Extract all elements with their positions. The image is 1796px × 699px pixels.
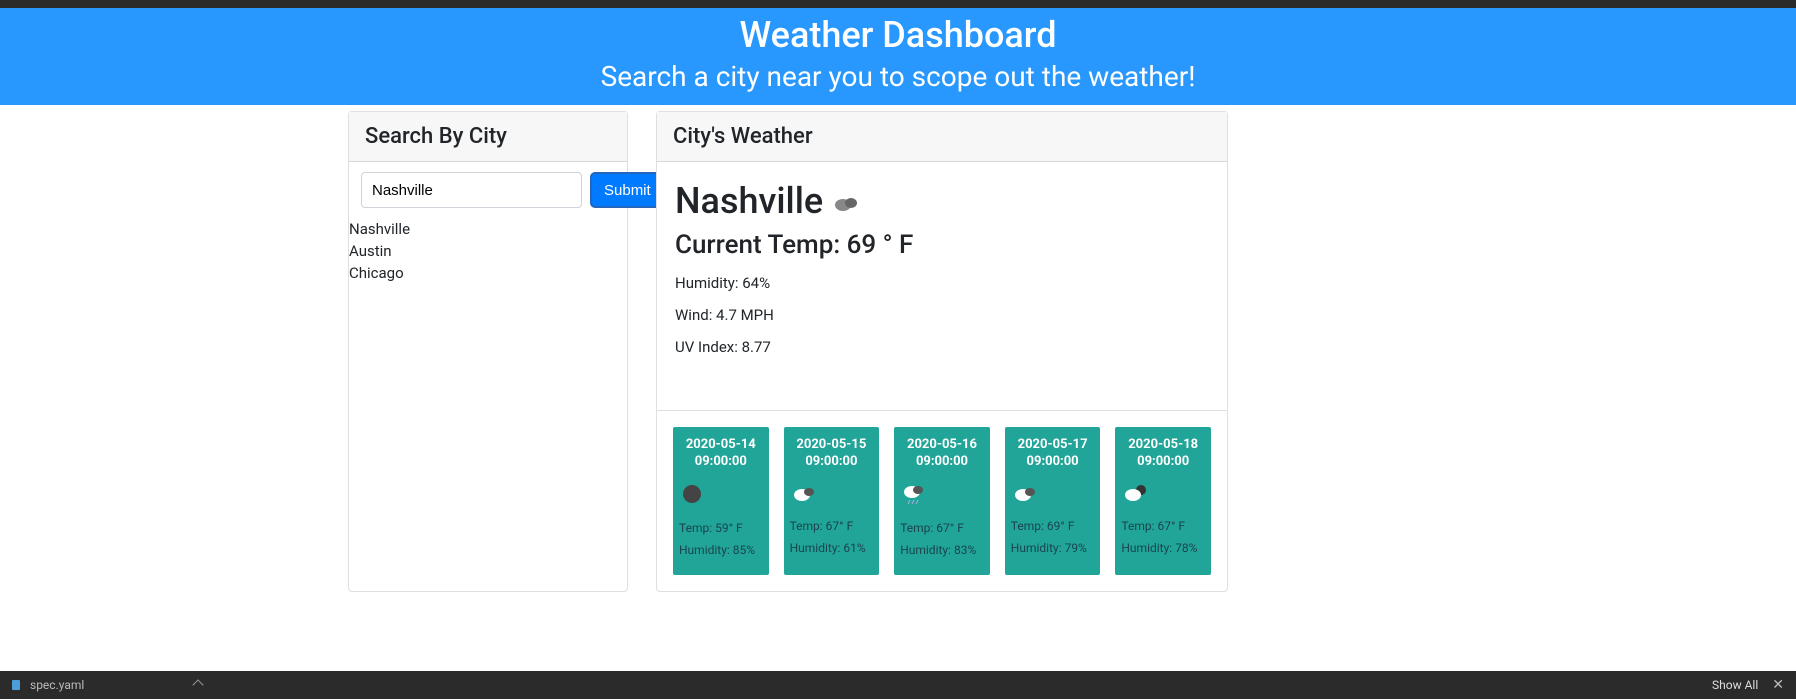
weather-card-header: City's Weather	[657, 112, 1227, 162]
forecast-humidity: Humidity: 85%	[679, 543, 763, 557]
forecast-temp: Temp: 59° F	[679, 521, 763, 535]
close-icon[interactable]: ✕	[1772, 677, 1784, 693]
header-subtitle: Search a city near you to scope out the …	[0, 60, 1796, 93]
forecast-date: 2020-05-17 09:00:00	[1011, 437, 1095, 471]
forecast-card: 2020-05-16 09:00:00 Temp: 67° F Humidity: …	[894, 427, 990, 575]
forecast-temp: Temp: 67° F	[900, 521, 984, 535]
submit-button[interactable]: Submit	[590, 172, 665, 208]
history-item[interactable]: Chicago	[349, 262, 627, 284]
cloud-icon	[1011, 483, 1095, 507]
chevron-up-icon[interactable]	[194, 678, 202, 692]
search-history: NashvilleAustinChicago	[349, 218, 627, 294]
forecast-date: 2020-05-15 09:00:00	[790, 437, 874, 471]
forecast-humidity: Humidity: 78%	[1121, 541, 1205, 555]
circle-icon	[679, 483, 763, 509]
show-all-button[interactable]: Show All	[1712, 678, 1758, 692]
history-item[interactable]: Nashville	[349, 218, 627, 240]
forecast-temp: Temp: 67° F	[1121, 519, 1205, 533]
forecast-card: 2020-05-14 09:00:00 Temp: 59° F Humidity: …	[673, 427, 769, 575]
main-container: Search By City Submit NashvilleAustinChi…	[348, 105, 1648, 592]
cloud-rain-icon	[900, 483, 984, 509]
current-temp: Current Temp: 69 ° F	[675, 230, 1209, 260]
forecast-temp: Temp: 69° F	[1011, 519, 1095, 533]
city-name-row: Nashville	[675, 180, 1209, 222]
search-card-header: Search By City	[349, 112, 627, 162]
forecast-humidity: Humidity: 83%	[900, 543, 984, 557]
file-icon	[12, 680, 20, 690]
uv-stat: UV Index: 8.77	[675, 338, 1209, 356]
forecast-row: 2020-05-14 09:00:00 Temp: 59° F Humidity: …	[657, 410, 1227, 591]
status-bar: spec.yaml Show All ✕	[0, 671, 1796, 699]
forecast-date: 2020-05-16 09:00:00	[900, 437, 984, 471]
forecast-date: 2020-05-14 09:00:00	[679, 437, 763, 471]
weather-body: Nashville Current Temp: 69 ° F Humidity:…	[657, 162, 1227, 410]
status-filename: spec.yaml	[30, 678, 84, 692]
history-item[interactable]: Austin	[349, 240, 627, 262]
page-header: Weather Dashboard Search a city near you…	[0, 8, 1796, 105]
forecast-card: 2020-05-18 09:00:00 Temp: 67° F Humidity: …	[1115, 427, 1211, 575]
forecast-humidity: Humidity: 61%	[790, 541, 874, 555]
forecast-date: 2020-05-18 09:00:00	[1121, 437, 1205, 471]
window-top-bar	[0, 0, 1796, 8]
city-name: Nashville	[675, 180, 823, 222]
forecast-card: 2020-05-17 09:00:00 Temp: 69° F Humidity: …	[1005, 427, 1101, 575]
status-bar-left: spec.yaml	[12, 678, 202, 692]
cloud-icon	[790, 483, 874, 507]
search-body: Submit	[349, 162, 627, 218]
header-title: Weather Dashboard	[0, 14, 1796, 56]
search-card: Search By City Submit NashvilleAustinChi…	[348, 111, 628, 592]
wind-stat: Wind: 4.7 MPH	[675, 306, 1209, 324]
weather-card: City's Weather Nashville Current Temp: 6…	[656, 111, 1228, 592]
humidity-stat: Humidity: 64%	[675, 274, 1209, 292]
city-search-input[interactable]	[361, 172, 582, 208]
sun-cloud-icon	[1121, 483, 1205, 507]
cloud-icon	[833, 180, 861, 222]
forecast-card: 2020-05-15 09:00:00 Temp: 67° F Humidity: …	[784, 427, 880, 575]
status-bar-right: Show All ✕	[1712, 677, 1784, 693]
forecast-humidity: Humidity: 79%	[1011, 541, 1095, 555]
forecast-temp: Temp: 67° F	[790, 519, 874, 533]
